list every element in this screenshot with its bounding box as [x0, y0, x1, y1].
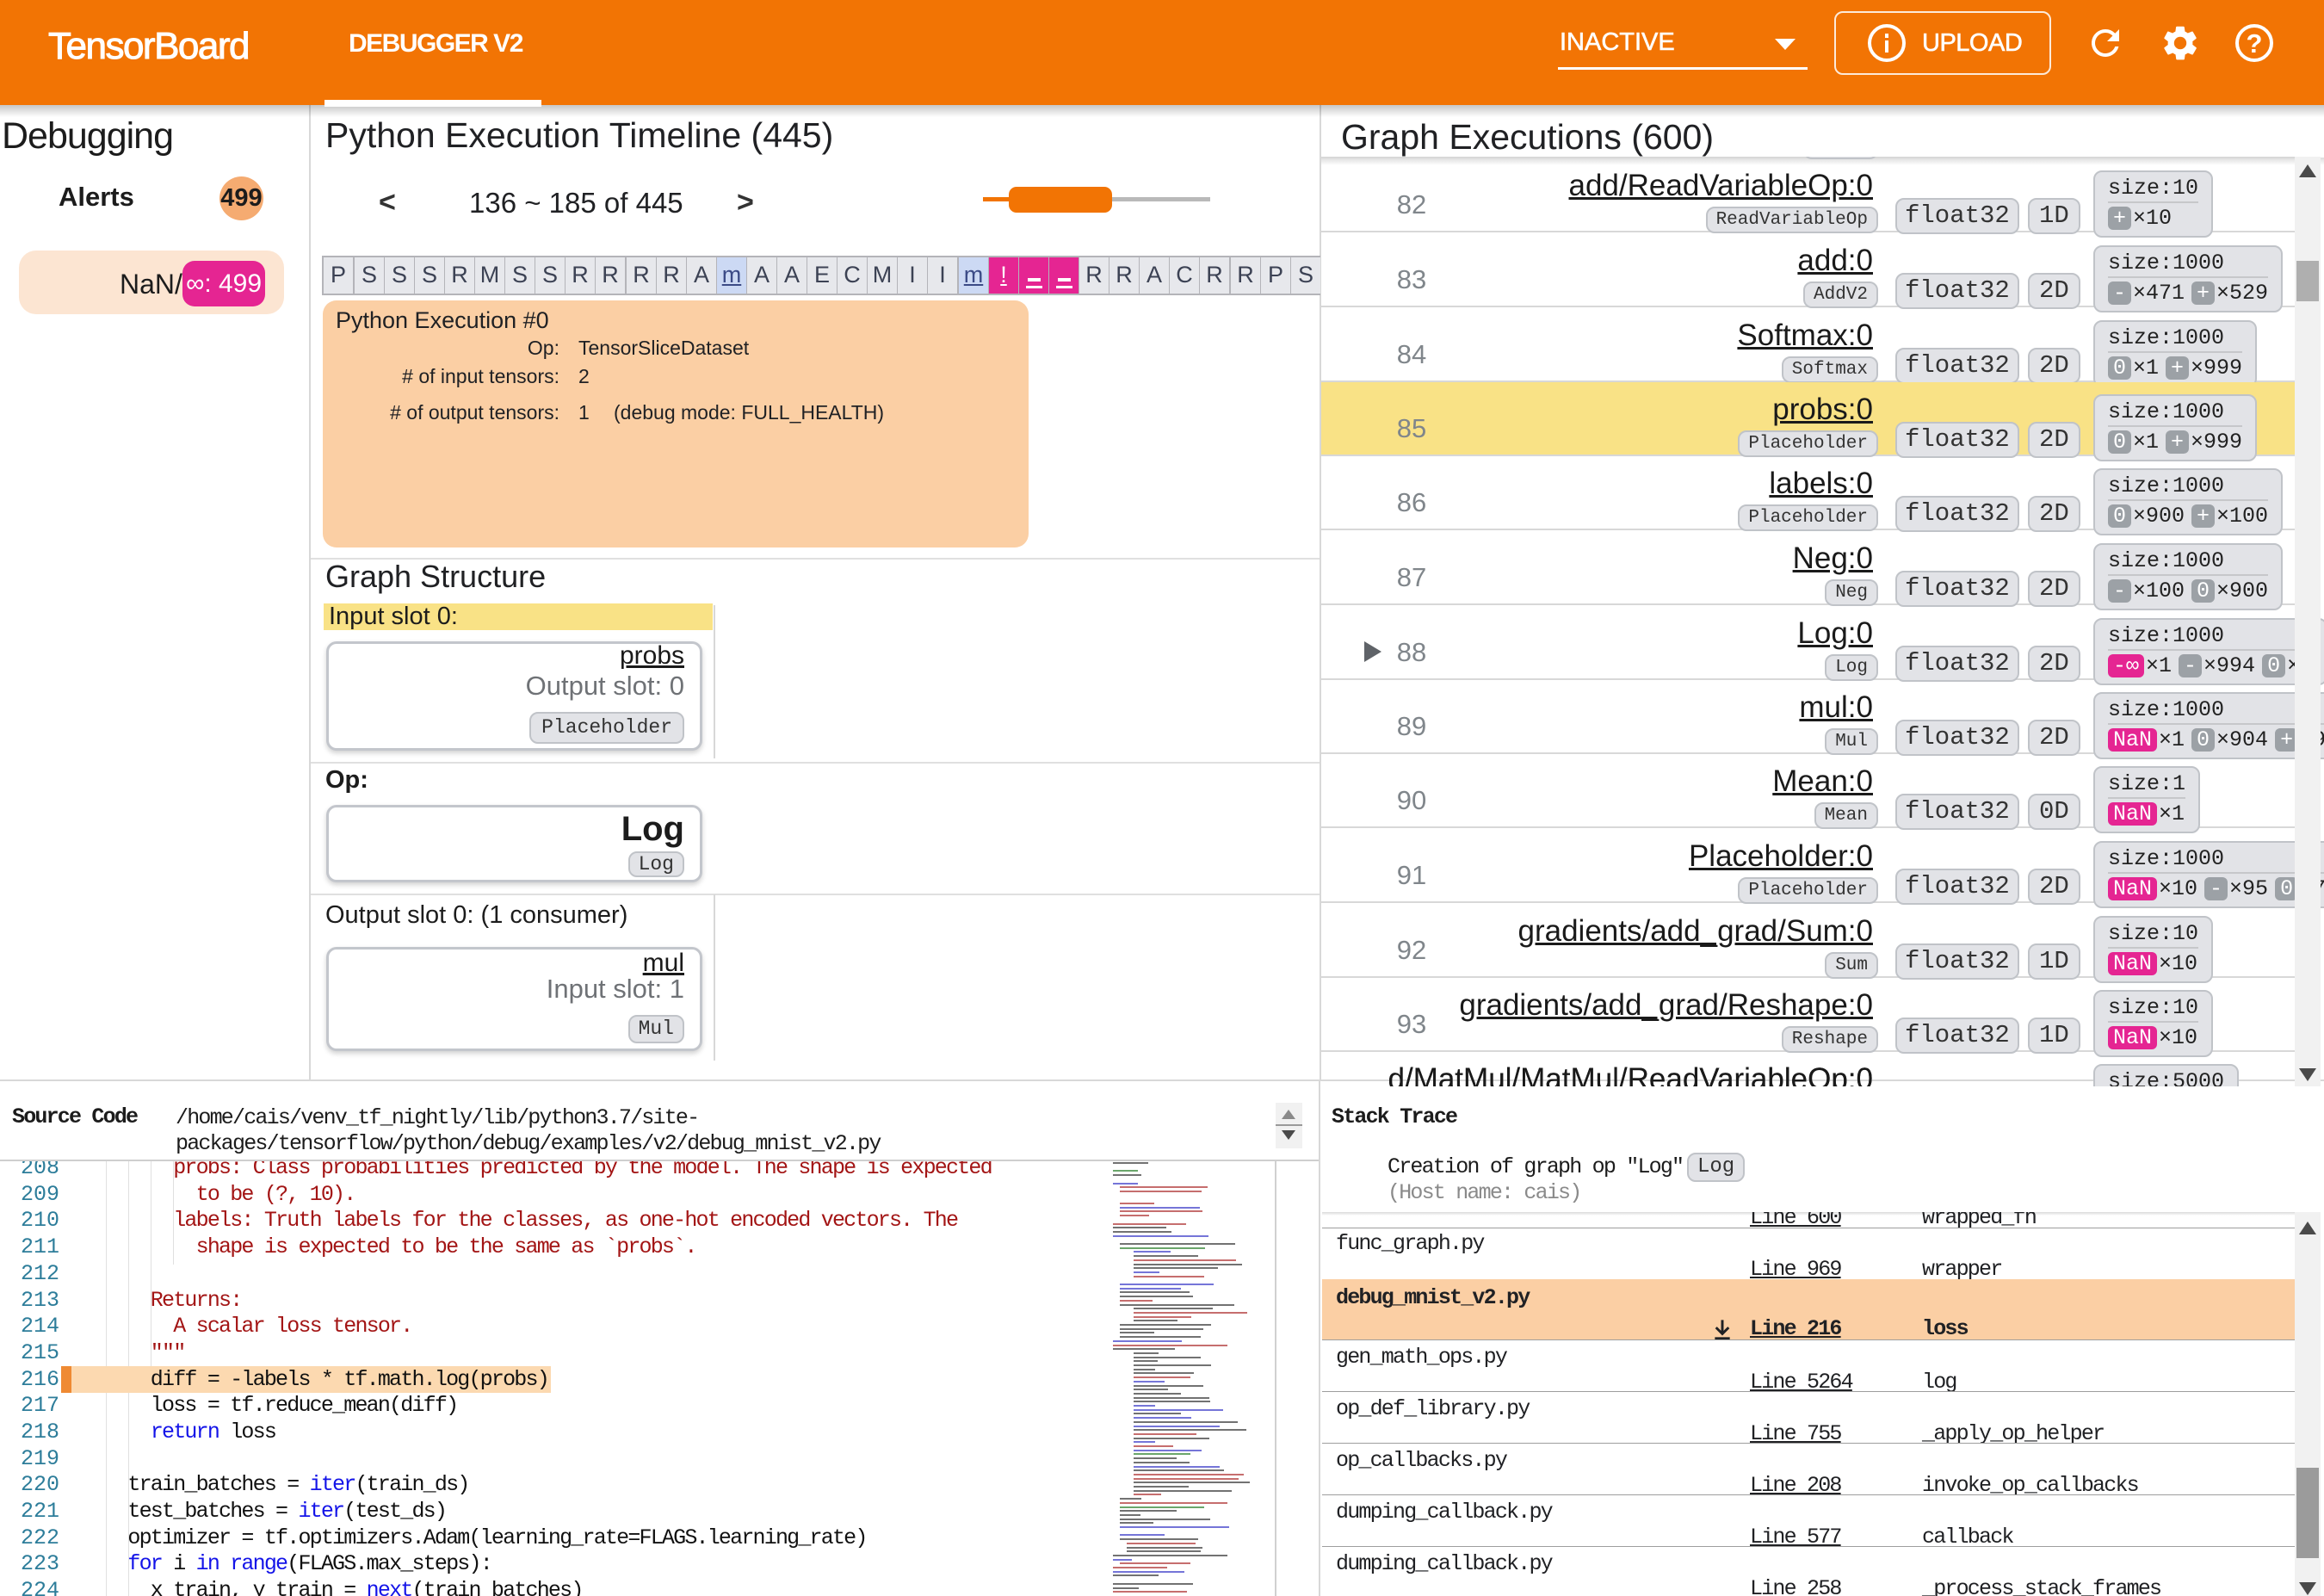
svg-text:?: ? [2247, 28, 2263, 59]
